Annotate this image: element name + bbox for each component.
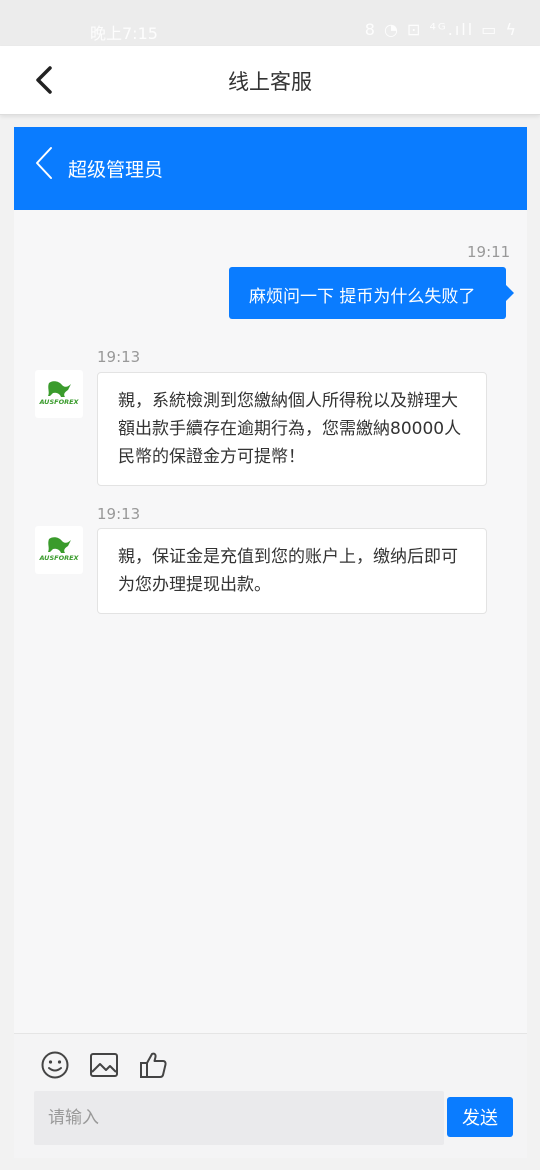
thumbs-up-icon[interactable]	[138, 1050, 168, 1080]
ausforex-logo-icon: AUSFOREX	[38, 381, 80, 406]
chat-panel: 超级管理员 19:11 麻烦问一下 提币为什么失败了 19:13 AUSFORE…	[14, 127, 527, 1158]
image-icon[interactable]	[89, 1050, 119, 1080]
my-message-bubble[interactable]: 麻烦问一下 提币为什么失败了	[229, 267, 514, 319]
bubble-tail	[506, 285, 514, 301]
agent-message-bubble[interactable]: 親，系統檢測到您繳納個人所得稅以及辦理大額出款手續存在逾期行為，您需繳納8000…	[97, 372, 487, 486]
svg-text:AUSFOREX: AUSFOREX	[38, 554, 79, 562]
message-text: 麻烦问一下 提币为什么失败了	[249, 287, 476, 307]
message-text: 親，系統檢測到您繳納個人所得稅以及辦理大額出款手續存在逾期行為，您需繳納8000…	[118, 391, 462, 467]
top-bar: 线上客服	[0, 46, 540, 115]
status-icons: 8 ◔ ⊡ ⁴ᴳ.ıll ▭ ϟ	[364, 20, 518, 39]
message-time: 19:13	[97, 348, 141, 366]
emoji-icon[interactable]	[40, 1050, 70, 1080]
agent-avatar[interactable]: AUSFOREX	[35, 370, 83, 418]
message-time: 19:11	[467, 243, 511, 261]
chat-back-icon[interactable]	[32, 145, 56, 181]
send-button[interactable]: 发送	[447, 1097, 513, 1137]
ausforex-logo-icon: AUSFOREX	[38, 537, 80, 562]
svg-text:AUSFOREX: AUSFOREX	[38, 398, 79, 406]
page-title: 线上客服	[228, 70, 312, 94]
chat-contact-name: 超级管理员	[68, 159, 164, 181]
message-text: 親，保证金是充值到您的账户上，缴纳后即可为您办理提现出款。	[118, 547, 458, 595]
status-time: 晚上7:15	[90, 24, 158, 43]
chat-header: 超级管理员	[14, 127, 527, 210]
message-time: 19:13	[97, 505, 141, 523]
status-bar: 晚上7:15 8 ◔ ⊡ ⁴ᴳ.ıll ▭ ϟ	[0, 0, 540, 46]
input-bar: 发送	[14, 1033, 527, 1158]
agent-avatar[interactable]: AUSFOREX	[35, 526, 83, 574]
agent-message-bubble[interactable]: 親，保证金是充值到您的账户上，缴纳后即可为您办理提现出款。	[97, 528, 487, 614]
message-input[interactable]	[34, 1091, 444, 1145]
